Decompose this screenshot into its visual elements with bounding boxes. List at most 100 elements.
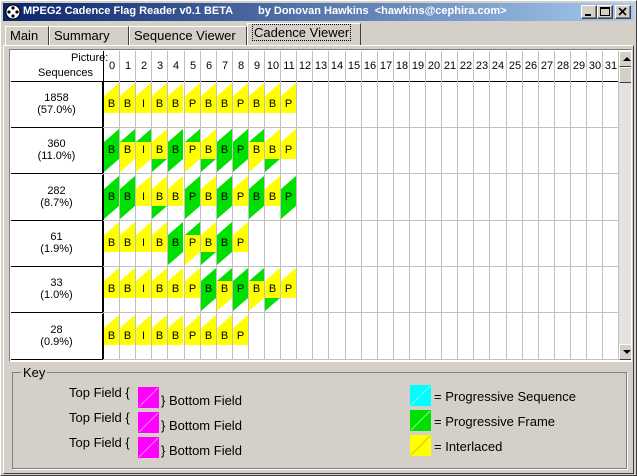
picture-cell[interactable]: B: [201, 268, 216, 311]
picture-cell[interactable]: P: [185, 222, 200, 265]
picture-cell[interactable]: B: [265, 129, 280, 172]
sequence-row-header[interactable]: 360 (11.0%): [11, 128, 103, 174]
picture-cell[interactable]: B: [201, 176, 216, 206]
picture-cell[interactable]: I: [136, 129, 151, 172]
picture-cell[interactable]: P: [281, 129, 296, 159]
tab-cadence-viewer[interactable]: Cadence Viewer: [247, 23, 361, 45]
picture-cell[interactable]: P: [233, 176, 248, 206]
picture-cell[interactable]: B: [201, 83, 216, 113]
picture-cell[interactable]: B: [104, 83, 119, 113]
picture-cell[interactable]: B: [249, 268, 264, 311]
minimize-button[interactable]: [581, 5, 597, 19]
scroll-down-button[interactable]: [619, 344, 631, 360]
sequence-row-header[interactable]: 61 (1.9%): [11, 221, 103, 267]
picture-cell[interactable]: B: [120, 129, 135, 172]
title-bar[interactable]: MPEG2 Cadence Flag Reader v0.1 BETA by D…: [3, 3, 634, 21]
picture-cell[interactable]: B: [217, 176, 232, 219]
picture-cell[interactable]: B: [152, 315, 167, 345]
picture-cell[interactable]: B: [104, 176, 119, 219]
sequence-row-header[interactable]: 282 (8.7%): [11, 175, 103, 221]
picture-cell[interactable]: B: [104, 268, 119, 298]
picture-cell[interactable]: B: [152, 222, 167, 252]
tab-sequence-viewer[interactable]: Sequence Viewer: [129, 26, 247, 45]
picture-cell[interactable]: B: [217, 315, 232, 345]
column-header: 25: [508, 60, 522, 72]
picture-cell[interactable]: B: [249, 129, 264, 172]
scroll-thumb[interactable]: [619, 67, 631, 83]
picture-cell[interactable]: I: [136, 83, 151, 113]
bottom-field-flag: [201, 298, 216, 311]
picture-cell[interactable]: P: [233, 83, 248, 113]
picture-cell[interactable]: B: [201, 222, 216, 265]
close-button[interactable]: [615, 5, 631, 19]
cadence-grid-viewport[interactable]: Picture: Sequences 0 1 2 3 4 5 6 7 8 9 10 11 12 13 14 1…: [11, 51, 619, 360]
picture-cell[interactable]: P: [233, 268, 248, 311]
sequence-row-header[interactable]: 33 (1.0%): [11, 267, 103, 313]
picture-cell[interactable]: B: [265, 83, 280, 113]
picture-cell[interactable]: B: [120, 268, 135, 298]
picture-cell[interactable]: B: [168, 83, 183, 113]
grid-column-line: [425, 51, 426, 360]
picture-cell[interactable]: P: [185, 315, 200, 345]
picture-cell[interactable]: B: [168, 268, 183, 298]
sequence-row-header[interactable]: 1858 (57.0%): [11, 82, 103, 128]
top-field-flag: [217, 268, 232, 281]
picture-cell[interactable]: B: [201, 129, 216, 172]
picture-cell[interactable]: B: [104, 222, 119, 252]
picture-cell[interactable]: B: [152, 129, 167, 172]
picture-cell[interactable]: B: [201, 315, 216, 345]
picture-cell[interactable]: P: [185, 176, 200, 219]
picture-cell[interactable]: I: [136, 176, 151, 206]
picture-cell[interactable]: B: [265, 268, 280, 311]
picture-type-label: B: [123, 237, 132, 249]
picture-cell[interactable]: B: [152, 268, 167, 298]
picture-cell[interactable]: P: [281, 176, 296, 219]
film-reel-icon: [5, 4, 21, 20]
picture-cell[interactable]: P: [185, 268, 200, 298]
picture-cell[interactable]: B: [217, 222, 232, 265]
top-field-flag: [185, 129, 200, 142]
picture-cell[interactable]: B: [265, 176, 280, 206]
picture-cell[interactable]: B: [217, 129, 232, 172]
picture-cell[interactable]: I: [136, 222, 151, 252]
picture-cell[interactable]: B: [249, 176, 264, 219]
picture-cell[interactable]: P: [185, 129, 200, 172]
picture-cell[interactable]: B: [120, 176, 135, 219]
picture-cell[interactable]: B: [120, 315, 135, 345]
picture-cell[interactable]: B: [249, 83, 264, 113]
vertical-scrollbar[interactable]: [619, 51, 631, 360]
picture-type-label: B: [252, 98, 261, 110]
picture-type-label: B: [220, 191, 229, 203]
picture-cell[interactable]: P: [185, 83, 200, 113]
sequence-percent: (1.9%): [40, 243, 73, 255]
picture-cell[interactable]: B: [168, 129, 183, 172]
picture-cell[interactable]: B: [168, 176, 183, 206]
maximize-button[interactable]: [597, 5, 613, 19]
picture-cell[interactable]: P: [281, 268, 296, 298]
tab-main[interactable]: Main: [5, 26, 49, 45]
tab-summary[interactable]: Summary: [49, 26, 129, 45]
picture-cell[interactable]: I: [136, 268, 151, 298]
sequence-count: 33: [50, 277, 63, 289]
sequence-count: 360: [47, 138, 66, 150]
picture-cell[interactable]: B: [152, 176, 167, 219]
scroll-up-button[interactable]: [619, 51, 631, 67]
picture-cell[interactable]: B: [152, 83, 167, 113]
picture-cell[interactable]: B: [104, 129, 119, 172]
column-header: 18: [395, 60, 409, 72]
picture-cell[interactable]: P: [281, 83, 296, 113]
picture-cell[interactable]: B: [168, 222, 183, 265]
picture-cell[interactable]: B: [120, 222, 135, 252]
picture-cell[interactable]: B: [120, 83, 135, 113]
picture-cell[interactable]: I: [136, 315, 151, 345]
sequence-row-header[interactable]: 28 (0.9%): [11, 314, 103, 360]
picture-cell[interactable]: B: [104, 315, 119, 345]
picture-cell[interactable]: B: [217, 83, 232, 113]
picture-cell[interactable]: B: [217, 268, 232, 311]
top-field-flag: [265, 268, 280, 281]
picture-cell[interactable]: P: [233, 129, 248, 172]
picture-cell[interactable]: B: [168, 315, 183, 345]
picture-type-label: P: [284, 98, 293, 110]
picture-cell[interactable]: P: [233, 315, 248, 345]
picture-cell[interactable]: P: [233, 222, 248, 252]
